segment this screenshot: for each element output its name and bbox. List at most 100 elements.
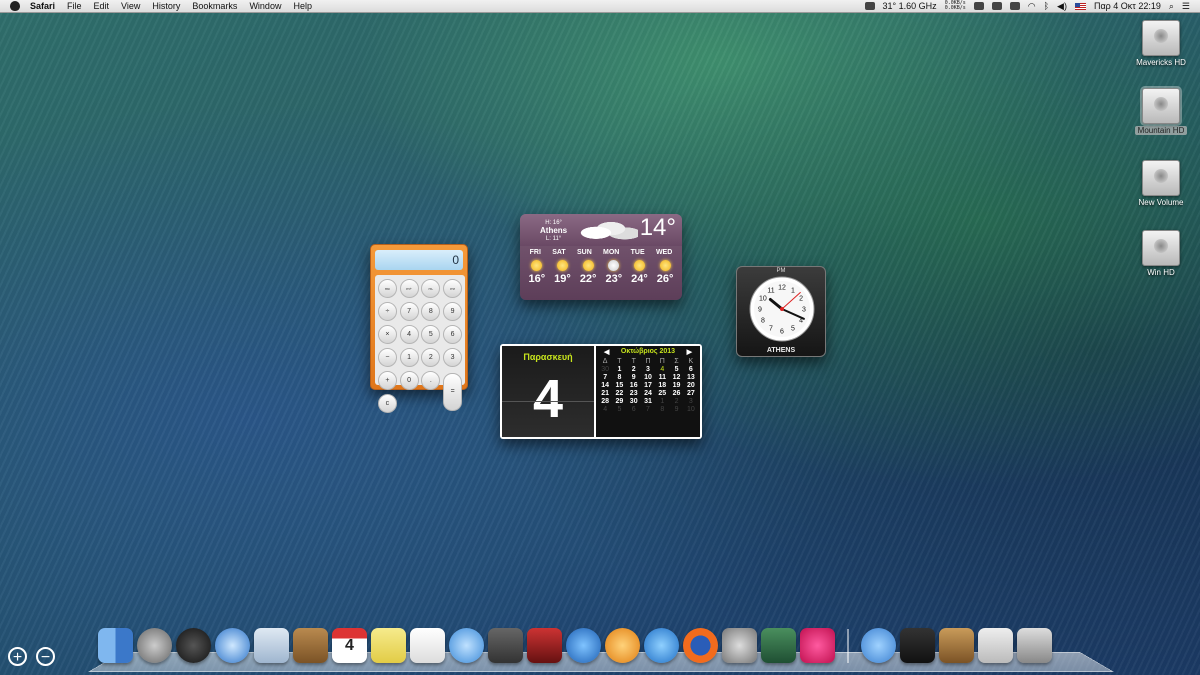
calendar-day-cell[interactable]: 27 [684,390,698,397]
downloads-stack-icon[interactable] [939,628,974,663]
documents-stack-icon[interactable] [978,628,1013,663]
fan-icon[interactable] [864,2,875,10]
key-clear[interactable]: c [377,392,398,414]
trash-icon[interactable] [1017,628,1052,663]
clock-widget[interactable]: PM 1 2 3 4 5 6 7 8 9 10 11 12 ATHENS [736,266,826,357]
menu-bookmarks[interactable]: Bookmarks [192,1,237,11]
calendar-day-cell[interactable]: 20 [684,382,698,389]
calendar-day-cell[interactable]: 23 [627,390,641,397]
calendar-day-cell[interactable]: 24 [641,390,655,397]
calendar-day-cell[interactable]: 8 [612,374,626,381]
drive-new-volume[interactable]: New Volume [1126,160,1196,207]
key-plus[interactable]: + [377,369,398,391]
apple-menu-icon[interactable] [10,1,20,11]
calendar-day-cell[interactable]: 10 [684,406,698,413]
app-menu[interactable]: Safari [30,1,55,11]
safari-icon[interactable] [215,628,250,663]
key-6[interactable]: 6 [442,323,463,345]
notes-icon[interactable] [371,628,406,663]
key-m-minus[interactable]: m- [421,277,442,299]
key-2[interactable]: 2 [421,346,442,368]
key-decimal[interactable]: . [421,369,442,391]
firefox-icon[interactable] [683,628,718,663]
prev-month-icon[interactable]: ◀ [604,348,609,356]
calendar-day-cell[interactable]: 30 [598,366,612,373]
calendar-day-cell[interactable]: 7 [598,374,612,381]
menu-help[interactable]: Help [293,1,312,11]
menu-history[interactable]: History [152,1,180,11]
network-meter[interactable]: 0.0KB/s 0.0KB/s [945,1,966,11]
key-0[interactable]: 0 [399,369,420,391]
calendar-day-cell[interactable]: 3 [641,366,655,373]
calculator-widget[interactable]: 0 mc m+ m- mr ÷ 7 8 9 × 4 5 6 − 1 2 3 + … [370,244,468,413]
drive-win-hd[interactable]: Win HD [1126,230,1196,277]
calendar-day-cell[interactable]: 5 [612,406,626,413]
calendar-day-cell[interactable]: 12 [669,374,683,381]
calendar-day-cell[interactable]: 30 [627,398,641,405]
applications-folder-icon[interactable] [861,628,896,663]
add-widget-button[interactable]: + [8,647,27,666]
calendar-day-cell[interactable]: 8 [655,406,669,413]
calendar-day-cell[interactable]: 6 [684,366,698,373]
memory-icon[interactable] [973,2,984,10]
calendar-day-cell[interactable]: 10 [641,374,655,381]
wifi-icon[interactable]: ◠ [1028,1,1036,12]
photo-booth-icon[interactable] [527,628,562,663]
activity-monitor-icon[interactable] [900,628,935,663]
calendar-day-cell[interactable]: 26 [669,390,683,397]
launchpad-icon[interactable] [137,628,172,663]
calendar-day-cell[interactable]: 2 [627,366,641,373]
finder-icon[interactable] [98,628,133,663]
calendar-day-cell[interactable]: 3 [684,398,698,405]
calendar-day-cell[interactable]: 31 [641,398,655,405]
bluetooth-icon[interactable]: ᛒ [1044,1,1049,11]
calendar-day-cell[interactable]: 4 [655,366,669,373]
key-3[interactable]: 3 [442,346,463,368]
calendar-day-cell[interactable]: 22 [612,390,626,397]
disk-icon[interactable] [991,2,1002,10]
facetime-icon[interactable] [488,628,523,663]
drive-mavericks-hd[interactable]: Mavericks HD [1126,20,1196,67]
calendar-day-cell[interactable]: 2 [669,398,683,405]
key-7[interactable]: 7 [399,300,420,322]
calendar-day-cell[interactable]: 18 [655,382,669,389]
calendar-day-cell[interactable]: 4 [598,406,612,413]
calendar-day-cell[interactable]: 1 [655,398,669,405]
mail-icon[interactable] [254,628,289,663]
calendar-day-cell[interactable]: 11 [655,374,669,381]
menu-view[interactable]: View [121,1,140,11]
calendar-day-cell[interactable]: 14 [598,382,612,389]
messages-icon[interactable] [449,628,484,663]
key-mc[interactable]: mc [377,277,398,299]
key-9[interactable]: 9 [442,300,463,322]
calendar-day-cell[interactable]: 6 [627,406,641,413]
menu-window[interactable]: Window [249,1,281,11]
key-divide[interactable]: ÷ [377,300,398,322]
weather-widget[interactable]: H: 16° Athens L: 11° 14° FRI SAT SUN MON… [520,214,682,300]
calendar-day-cell[interactable]: 7 [641,406,655,413]
app-store-icon[interactable] [644,628,679,663]
remove-widget-button[interactable]: − [36,647,55,666]
calendar-day-cell[interactable]: 13 [684,374,698,381]
grapher-icon[interactable] [761,628,796,663]
calendar-day-cell[interactable]: 16 [627,382,641,389]
drive-mountain-hd[interactable]: Mountain HD [1126,86,1196,135]
key-4[interactable]: 4 [399,323,420,345]
key-8[interactable]: 8 [421,300,442,322]
itunes-icon[interactable] [566,628,601,663]
ibooks-icon[interactable] [605,628,640,663]
calendar-day-cell[interactable]: 9 [669,406,683,413]
volume-icon[interactable]: ◀) [1057,1,1067,12]
menu-file[interactable]: File [67,1,82,11]
key-1[interactable]: 1 [399,346,420,368]
key-mr[interactable]: mr [442,277,463,299]
calendar-day-cell[interactable]: 28 [598,398,612,405]
calendar-icon[interactable]: 4 [332,628,367,663]
calendar-day-cell[interactable]: 19 [669,382,683,389]
calendar-day-cell[interactable]: 9 [627,374,641,381]
menubar-clock[interactable]: Παρ 4 Οκτ 22:19 [1094,1,1161,11]
notification-center-icon[interactable]: ☰ [1182,1,1190,12]
dashboard-icon[interactable] [176,628,211,663]
cpu-status[interactable]: 31° 1.60 GHz [883,1,937,11]
spotlight-icon[interactable]: ⌕ [1169,1,1174,12]
